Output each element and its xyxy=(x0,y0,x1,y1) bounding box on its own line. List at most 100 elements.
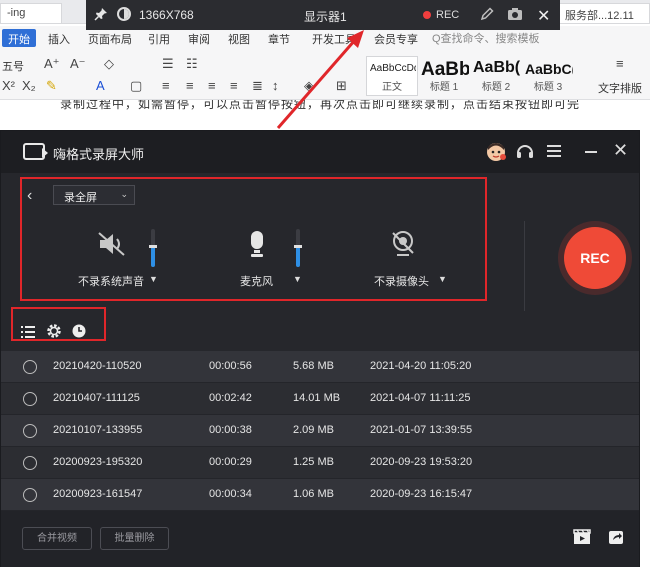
table-row[interactable]: 20210420-110520 00:00:56 5.68 MB 2021-04… xyxy=(1,351,639,383)
pin-icon[interactable] xyxy=(94,7,108,26)
recording-duration: 00:00:56 xyxy=(209,360,252,372)
document-tab[interactable]: -ing xyxy=(0,3,62,23)
panel-divider xyxy=(524,221,525,311)
headset-icon[interactable] xyxy=(515,142,535,167)
close-icon[interactable]: ✕ xyxy=(537,6,550,26)
video-editor-icon[interactable] xyxy=(573,529,591,550)
menu-tab-devtools[interactable]: 开发工具 xyxy=(312,31,356,47)
recording-name: 20210420-110520 xyxy=(53,360,142,372)
command-search-input[interactable]: Q查找命令、搜索模板 xyxy=(432,30,540,46)
contrast-icon[interactable] xyxy=(117,7,131,21)
menu-tab-layout[interactable]: 页面布局 xyxy=(88,31,132,47)
char-border-icon[interactable]: ▢ xyxy=(130,78,142,94)
row-radio[interactable] xyxy=(23,360,37,374)
justify-icon[interactable]: ≡ xyxy=(230,78,238,93)
distribute-icon[interactable]: ≣ xyxy=(252,78,263,94)
style-heading-3[interactable]: AaBbC( 标题 3 xyxy=(522,56,574,96)
style-name: 标题 1 xyxy=(429,82,459,93)
minimize-button[interactable] xyxy=(585,151,597,153)
table-row[interactable]: 20200923-195320 00:00:29 1.25 MB 2020-09… xyxy=(1,447,639,479)
text-layout-label[interactable]: 文字排版 xyxy=(598,80,642,96)
font-shrink-icon[interactable]: A⁻ xyxy=(70,56,86,72)
style-heading-1[interactable]: AaBb 标题 1 xyxy=(418,56,470,96)
close-button[interactable]: ✕ xyxy=(613,140,628,161)
recording-name: 20200923-161547 xyxy=(53,488,143,500)
subscript-icon[interactable]: X₂ xyxy=(22,78,36,93)
recording-date: 2021-04-20 11:05:20 xyxy=(370,360,472,372)
recording-date: 2021-04-07 11:11:25 xyxy=(370,392,471,404)
style-normal[interactable]: AaBbCcDd 正文 xyxy=(366,56,418,96)
document-tab-label: 服务部...12.11 xyxy=(565,10,634,22)
align-center-icon[interactable]: ≡ xyxy=(186,78,194,93)
recording-date: 2020-09-23 19:53:20 xyxy=(370,456,473,468)
share-icon[interactable] xyxy=(608,529,624,550)
ribbon-toolbar: 五号 A⁺ A⁻ ◇ X² X₂ ✎ A ▢ ☰ ☷ ≡ ≡ ≡ ≡ ≣ ↕ ◈… xyxy=(0,50,650,100)
font-grow-icon[interactable]: A⁺ xyxy=(44,56,60,72)
recording-size: 5.68 MB xyxy=(293,360,334,372)
menu-tab-references[interactable]: 引用 xyxy=(148,31,170,47)
row-radio[interactable] xyxy=(23,392,37,406)
recording-name: 20210107-133955 xyxy=(53,424,143,436)
document-body: 录制过程中，如需暂停，可以点击暂停按钮，再次点击即可继续录制，点击结束按钮即可完… xyxy=(60,100,580,110)
menu-tab-member[interactable]: 会员专享 xyxy=(374,31,418,47)
style-name: 标题 3 xyxy=(533,82,563,93)
rec-indicator-icon xyxy=(423,11,431,19)
row-radio[interactable] xyxy=(23,488,37,502)
recorder-window: 嗨格式录屏大师 ✕ ‹ 录全屏 ⌄ 不录系统声音 ▼ 麦克风 ▼ 不录摄像头 ▼… xyxy=(0,130,640,567)
app-logo-icon xyxy=(23,143,48,160)
style-heading-2[interactable]: AaBb( 标题 2 xyxy=(470,56,522,96)
bullets-icon[interactable]: ☰ xyxy=(162,56,174,72)
recordings-list: 20210420-110520 00:00:56 5.68 MB 2021-04… xyxy=(1,351,639,511)
style-sample: AaBb( xyxy=(473,59,521,76)
recording-date: 2021-01-07 13:39:55 xyxy=(370,424,473,436)
style-name: 正文 xyxy=(382,82,402,93)
style-sample: AaBbCcDd xyxy=(370,63,416,74)
batch-delete-button[interactable]: 批量删除 xyxy=(100,527,169,550)
superscript-icon[interactable]: X² xyxy=(2,78,15,93)
border-icon[interactable]: ⊞ xyxy=(336,78,347,94)
menu-tab-review[interactable]: 审阅 xyxy=(188,31,210,47)
title-bar: 嗨格式录屏大师 ✕ xyxy=(1,131,639,173)
shading-icon[interactable]: ◈ xyxy=(304,78,314,94)
table-row[interactable]: 20200923-161547 00:00:34 1.06 MB 2020-09… xyxy=(1,479,639,511)
table-row[interactable]: 20210407-111125 00:02:42 14.01 MB 2021-0… xyxy=(1,383,639,415)
camera-icon[interactable] xyxy=(507,7,523,26)
recording-size: 2.09 MB xyxy=(293,424,334,436)
align-right-icon[interactable]: ≡ xyxy=(208,78,216,93)
menu-icon[interactable] xyxy=(546,144,562,163)
display-selector-bar: 1366X768 显示器1 REC ✕ xyxy=(86,0,560,30)
recording-size: 1.06 MB xyxy=(293,488,334,500)
merge-videos-button[interactable]: 合并视频 xyxy=(22,527,92,550)
line-spacing-icon[interactable]: ↕ xyxy=(272,78,279,93)
display-name[interactable]: 显示器1 xyxy=(304,8,347,25)
row-radio[interactable] xyxy=(23,456,37,470)
clear-format-icon[interactable]: ◇ xyxy=(104,56,114,72)
rec-button[interactable]: REC xyxy=(564,227,626,289)
numbering-icon[interactable]: ☷ xyxy=(186,56,198,72)
document-tab-label: -ing xyxy=(7,7,26,19)
highlight-icon[interactable]: ✎ xyxy=(46,78,57,94)
font-color-icon[interactable]: A xyxy=(96,78,105,93)
avatar-icon[interactable] xyxy=(485,141,507,168)
style-sample: AaBbC( xyxy=(525,61,573,77)
font-size-select[interactable]: 五号 xyxy=(2,58,24,74)
text-layout-icon[interactable]: ≡ xyxy=(616,56,624,71)
menu-tab-insert[interactable]: 插入 xyxy=(48,31,70,47)
annotation-box xyxy=(11,307,106,341)
row-radio[interactable] xyxy=(23,424,37,438)
recording-duration: 00:00:34 xyxy=(209,488,252,500)
menu-tab-section[interactable]: 章节 xyxy=(268,31,290,47)
app-title: 嗨格式录屏大师 xyxy=(53,147,145,162)
table-row[interactable]: 20210107-133955 00:00:38 2.09 MB 2021-01… xyxy=(1,415,639,447)
align-left-icon[interactable]: ≡ xyxy=(162,78,170,93)
menu-tab-view[interactable]: 视图 xyxy=(228,31,250,47)
resolution-label: 1366X768 xyxy=(139,8,194,22)
rec-label[interactable]: REC xyxy=(436,9,459,21)
footer-bar: 合并视频 批量删除 xyxy=(1,511,639,567)
document-text-line: 录制过程中，如需暂停，可以点击暂停按钮，再次点击即可继续录制，点击结束按钮即可完… xyxy=(60,100,580,110)
recording-duration: 00:02:42 xyxy=(209,392,252,404)
pen-icon[interactable] xyxy=(479,6,495,27)
document-tab[interactable]: 服务部...12.11 xyxy=(558,3,650,23)
menu-tab-start[interactable]: 开始 xyxy=(2,29,36,47)
recording-duration: 00:00:38 xyxy=(209,424,252,436)
